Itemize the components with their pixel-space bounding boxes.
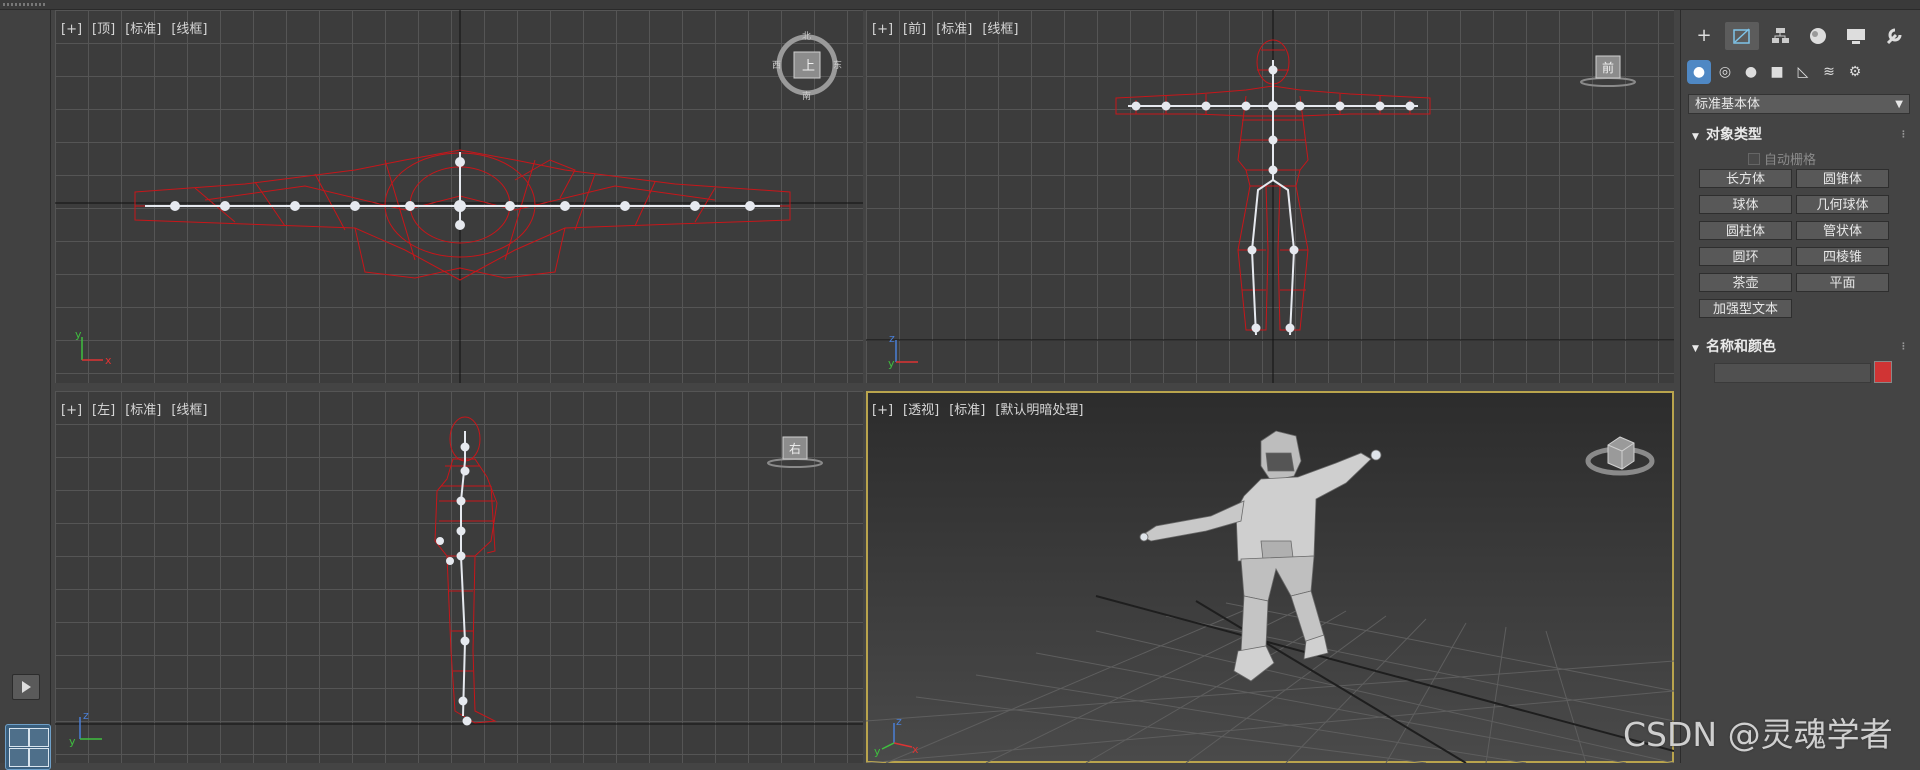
- create-icon[interactable]: +: [1687, 22, 1721, 50]
- left-view-scene: z y: [55, 416, 863, 748]
- rollout-header[interactable]: ▼ 对象类型 ⋮: [1688, 124, 1910, 146]
- top-toolbar: [0, 0, 1920, 10]
- geometry-icon[interactable]: ●: [1687, 60, 1711, 84]
- play-icon[interactable]: [12, 674, 40, 700]
- svg-text:东: 东: [833, 59, 842, 71]
- object-color-swatch[interactable]: [1874, 361, 1892, 383]
- viewcube-left[interactable]: 右: [765, 431, 825, 471]
- perspective-grid: [866, 600, 1674, 763]
- svg-text:上: 上: [802, 59, 815, 74]
- cameras-icon[interactable]: ■: [1765, 60, 1789, 84]
- rollout-grip-icon[interactable]: ⋮: [1899, 336, 1908, 358]
- display-icon[interactable]: [1839, 22, 1873, 50]
- axis-tripod-left: z y: [69, 709, 102, 748]
- checkbox-label: 自动栅格: [1764, 153, 1817, 168]
- name-color-rollout: ▼ 名称和颜色 ⋮: [1688, 336, 1910, 396]
- helpers-icon[interactable]: ◺: [1791, 60, 1815, 84]
- viewport-top[interactable]: [+] [顶] [标准] [线框] y x 上 北 西 东 南: [55, 10, 863, 383]
- tube-button[interactable]: 管状体: [1796, 221, 1889, 240]
- wireframe-character-side: [434, 416, 498, 724]
- primitive-category-dropdown[interactable]: 标准基本体 ▼: [1688, 94, 1910, 114]
- dropdown-value: 标准基本体: [1695, 97, 1761, 112]
- svg-text:y: y: [888, 357, 895, 370]
- spacewarps-icon[interactable]: ≋: [1817, 60, 1841, 84]
- svg-text:z: z: [83, 709, 89, 722]
- viewcube-front[interactable]: 前: [1578, 50, 1638, 90]
- teapot-button[interactable]: 茶壶: [1699, 273, 1792, 292]
- viewport-layout-icon[interactable]: [5, 724, 51, 770]
- perspective-scene: z x y: [866, 430, 1674, 763]
- chevron-down-icon: ▼: [1895, 99, 1903, 110]
- axis-tripod-front: z y: [888, 332, 918, 370]
- svg-text:右: 右: [789, 441, 801, 456]
- collapse-icon: ▼: [1692, 132, 1699, 142]
- pyramid-button[interactable]: 四棱锥: [1796, 247, 1889, 266]
- svg-text:y: y: [75, 328, 82, 341]
- svg-text:y: y: [874, 745, 881, 758]
- watermark: CSDN @灵魂学者: [1623, 715, 1893, 754]
- axis-tripod-top: y x: [75, 328, 112, 367]
- motion-icon[interactable]: [1801, 22, 1835, 50]
- svg-text:前: 前: [1602, 60, 1614, 75]
- command-panel-tabs: +: [1681, 22, 1920, 50]
- systems-icon[interactable]: ⚙: [1843, 60, 1867, 84]
- sphere-button[interactable]: 球体: [1699, 195, 1792, 214]
- utilities-icon[interactable]: [1877, 22, 1911, 50]
- rollout-grip-icon[interactable]: ⋮: [1899, 124, 1908, 146]
- viewport-left[interactable]: [+] [左] [标准] [线框] z y 右: [55, 391, 863, 763]
- command-panel: + ● ◎ ● ■ ◺ ≋ ⚙ 标准基本体 ▼ ▼ 对象类型 ⋮ 自动栅格 长方…: [1680, 10, 1920, 763]
- cone-button[interactable]: 圆锥体: [1796, 169, 1889, 188]
- viewport-front[interactable]: [+] [前] [标准] [线框] z y 前: [866, 10, 1674, 383]
- modify-icon[interactable]: [1725, 22, 1759, 50]
- svg-text:x: x: [912, 743, 919, 756]
- textplus-button[interactable]: 加强型文本: [1699, 299, 1792, 318]
- bone-chain-side: [436, 431, 472, 726]
- object-name-field[interactable]: [1714, 363, 1871, 383]
- torus-button[interactable]: 圆环: [1699, 247, 1792, 266]
- svg-text:x: x: [105, 354, 112, 367]
- cylinder-button[interactable]: 圆柱体: [1699, 221, 1792, 240]
- object-type-rollout: ▼ 对象类型 ⋮ 自动栅格 长方体 圆锥体 球体 几何球体 圆柱体 管状体 圆环 …: [1688, 124, 1910, 324]
- top-view-scene: y x: [55, 10, 863, 383]
- autogrid-checkbox[interactable]: 自动栅格: [1748, 149, 1816, 168]
- svg-text:北: 北: [802, 31, 811, 42]
- viewcube-perspective[interactable]: [1584, 423, 1656, 479]
- rollout-header[interactable]: ▼ 名称和颜色 ⋮: [1688, 336, 1910, 358]
- viewcube-top[interactable]: 上 北 西 东 南: [772, 30, 842, 102]
- axis-tripod-persp: z x y: [874, 715, 919, 758]
- toolbar-grip-icon[interactable]: [3, 3, 47, 6]
- svg-text:z: z: [896, 715, 902, 728]
- svg-text:y: y: [69, 735, 76, 748]
- rollout-title: 名称和颜色: [1706, 339, 1776, 355]
- wireframe-character-top: [134, 149, 791, 281]
- svg-text:南: 南: [802, 90, 811, 100]
- rollout-title: 对象类型: [1706, 127, 1762, 143]
- plane-button[interactable]: 平面: [1796, 273, 1889, 292]
- geosphere-button[interactable]: 几何球体: [1796, 195, 1889, 214]
- lights-icon[interactable]: ●: [1739, 60, 1763, 84]
- box-button[interactable]: 长方体: [1699, 169, 1792, 188]
- svg-text:西: 西: [772, 60, 781, 71]
- viewport-perspective[interactable]: [+] [透视] [标准] [默认明暗处理] z x y: [866, 391, 1674, 763]
- collapse-icon: ▼: [1692, 344, 1699, 354]
- bone-chain-top: [145, 152, 780, 230]
- front-view-scene: z y: [866, 10, 1674, 383]
- checkbox-icon[interactable]: [1748, 153, 1760, 165]
- hierarchy-icon[interactable]: [1763, 22, 1797, 50]
- shaded-character: [1139, 430, 1382, 682]
- left-toolbar: [0, 10, 51, 770]
- create-category-row: ● ◎ ● ■ ◺ ≋ ⚙: [1681, 60, 1920, 84]
- svg-text:z: z: [889, 332, 895, 345]
- shapes-icon[interactable]: ◎: [1713, 60, 1737, 84]
